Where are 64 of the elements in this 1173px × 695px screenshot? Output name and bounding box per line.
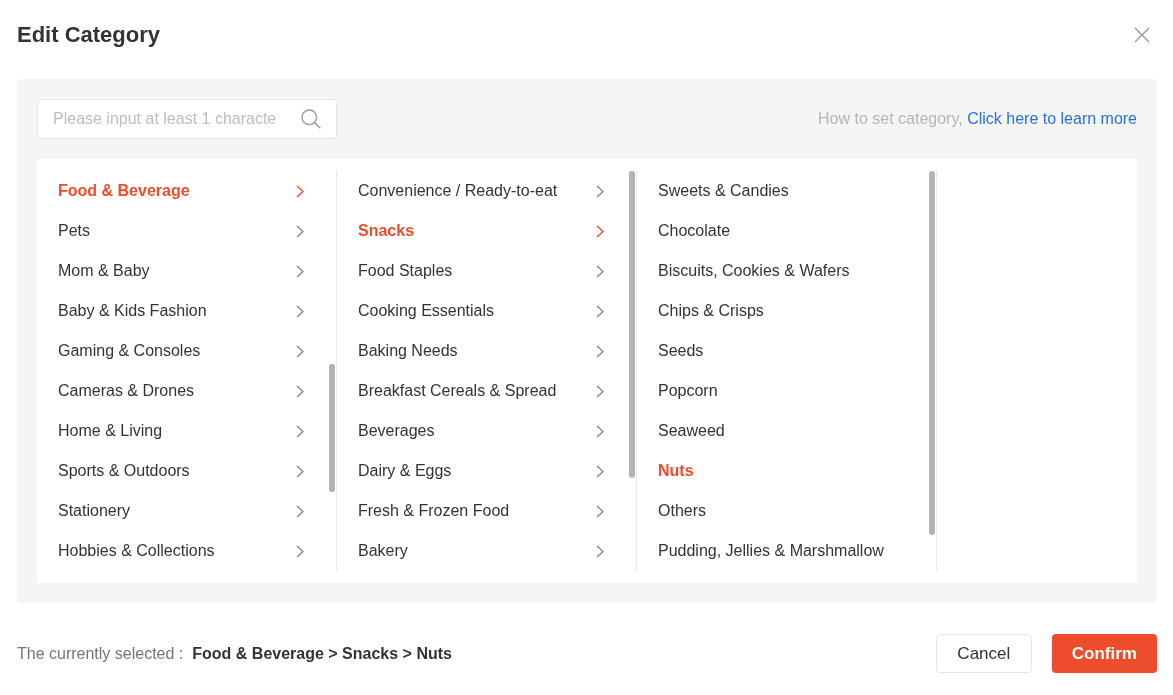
category-item[interactable]: Sports & Outdoors: [37, 451, 336, 491]
category-item[interactable]: Baby & Kids Fashion: [37, 291, 336, 331]
confirm-button[interactable]: Confirm: [1051, 634, 1157, 673]
category-item[interactable]: Chips & Crisps: [637, 291, 936, 331]
category-item[interactable]: Convenience / Ready-to-eat: [337, 171, 636, 211]
cancel-button[interactable]: Cancel: [935, 634, 1032, 673]
category-item[interactable]: Cameras & Drones: [37, 371, 336, 411]
category-item[interactable]: Pudding, Jellies & Marshmallow: [637, 531, 936, 571]
close-button[interactable]: [1133, 26, 1151, 44]
category-item[interactable]: Bakery: [337, 531, 636, 571]
category-item[interactable]: Pets: [37, 211, 336, 251]
category-item[interactable]: Dairy & Eggs: [337, 451, 636, 491]
category-item[interactable]: Beverages: [337, 411, 636, 451]
category-item[interactable]: Food & Beverage: [37, 171, 336, 211]
chevron-right-icon: [296, 224, 304, 238]
category-item[interactable]: Chocolate: [637, 211, 936, 251]
chevron-right-icon: [296, 344, 304, 358]
category-item[interactable]: Fresh & Frozen Food: [337, 491, 636, 531]
chevron-right-icon: [296, 464, 304, 478]
chevron-right-icon: [596, 424, 604, 438]
category-item[interactable]: Sweets & Candies: [637, 171, 936, 211]
category-item[interactable]: Seeds: [637, 331, 936, 371]
chevron-right-icon: [596, 344, 604, 358]
scrollbar-thumb[interactable]: [329, 364, 335, 492]
chevron-right-icon: [296, 424, 304, 438]
chevron-right-icon: [596, 544, 604, 558]
category-item[interactable]: Home & Living: [37, 411, 336, 451]
category-item[interactable]: Gaming & Consoles: [37, 331, 336, 371]
chevron-right-icon: [296, 384, 304, 398]
category-item[interactable]: Nuts: [637, 451, 936, 491]
chevron-right-icon: [596, 304, 604, 318]
category-item[interactable]: Food Staples: [337, 251, 636, 291]
category-item[interactable]: Baking Needs: [337, 331, 636, 371]
selected-path: Food & Beverage > Snacks > Nuts: [192, 644, 452, 663]
category-item[interactable]: Breakfast Cereals & Spread: [337, 371, 636, 411]
learn-more-link[interactable]: Click here to learn more: [967, 110, 1137, 127]
selected-label: The currently selected :: [17, 644, 184, 663]
category-item[interactable]: Mom & Baby: [37, 251, 336, 291]
dialog-title: Edit Category: [17, 22, 161, 48]
category-item[interactable]: Biscuits, Cookies & Wafers: [637, 251, 936, 291]
chevron-right-icon: [296, 544, 304, 558]
category-item[interactable]: Cooking Essentials: [337, 291, 636, 331]
chevron-right-icon: [596, 384, 604, 398]
chevron-right-icon: [596, 184, 604, 198]
chevron-right-icon: [296, 184, 304, 198]
category-item[interactable]: Snacks: [337, 211, 636, 251]
chevron-right-icon: [296, 504, 304, 518]
chevron-right-icon: [596, 504, 604, 518]
chevron-right-icon: [296, 264, 304, 278]
search-field[interactable]: Please input at least 1 characte: [37, 99, 337, 139]
scrollbar-thumb[interactable]: [629, 171, 635, 478]
category-item[interactable]: Others: [637, 491, 936, 531]
chevron-right-icon: [596, 464, 604, 478]
scrollbar-thumb[interactable]: [929, 171, 935, 535]
category-item[interactable]: Popcorn: [637, 371, 936, 411]
chevron-right-icon: [296, 304, 304, 318]
chevron-right-icon: [596, 264, 604, 278]
category-item[interactable]: Seaweed: [637, 411, 936, 451]
category-item[interactable]: Hobbies & Collections: [37, 531, 336, 571]
category-item[interactable]: Stationery: [37, 491, 336, 531]
chevron-right-icon: [596, 224, 604, 238]
search-icon: [301, 109, 321, 129]
close-icon: [1134, 27, 1150, 43]
help-text: How to set category, Click here to learn more: [818, 110, 1137, 128]
